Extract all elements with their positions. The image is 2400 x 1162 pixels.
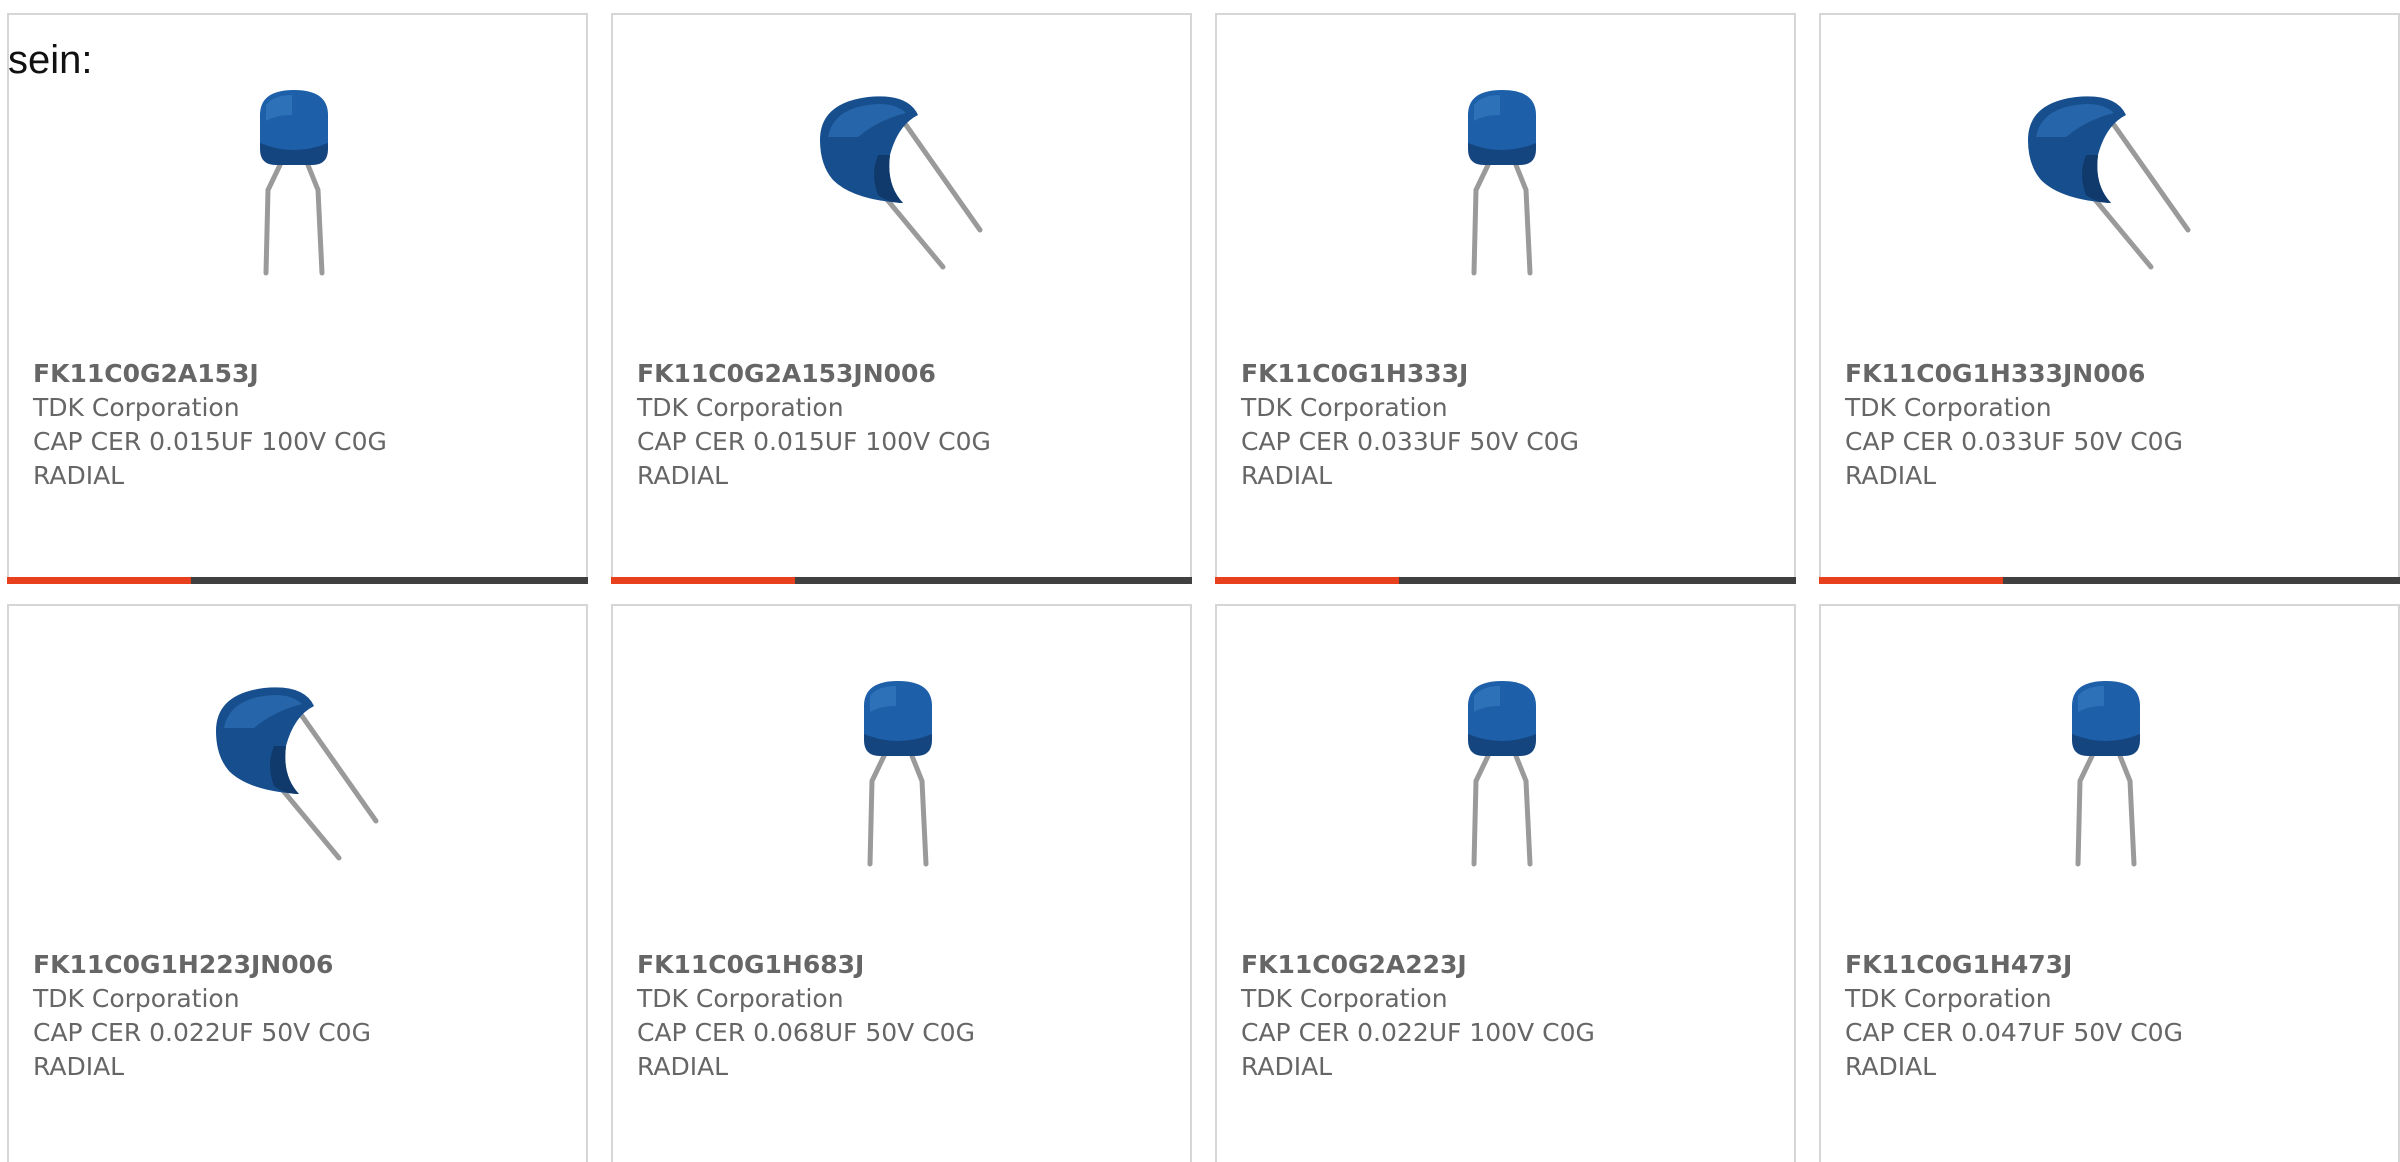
card-accent-bar [1819,577,2003,584]
part-number[interactable]: FK11C0G1H333JN006 [1845,357,2378,391]
product-card[interactable]: FK11C0G1H333JN006 TDK Corporation CAP CE… [1819,13,2400,584]
product-grid-page: sein: FK11C0G2A153J TDK Corporation CAP … [0,0,2400,1162]
description-line-2: RADIAL [1845,1052,1937,1081]
product-image[interactable] [2006,85,2206,285]
part-number[interactable]: FK11C0G1H683J [637,948,1170,982]
description-line-2: RADIAL [1241,1052,1333,1081]
product-info: FK11C0G2A153JN006 TDK Corporation CAP CE… [637,357,1170,493]
upright-radial-capacitor-image [1468,681,1536,867]
product-image[interactable] [2006,676,2206,876]
manufacturer: TDK Corporation [1241,984,1448,1013]
product-card[interactable]: FK11C0G1H473J TDK Corporation CAP CER 0.… [1819,604,2400,1162]
part-number[interactable]: FK11C0G1H473J [1845,948,2378,982]
description-line-2: RADIAL [33,461,125,490]
manufacturer: TDK Corporation [637,984,844,1013]
description-line-2: RADIAL [637,461,729,490]
part-number[interactable]: FK11C0G1H333J [1241,357,1774,391]
description-line-1: CAP CER 0.015UF 100V C0G [33,427,387,456]
card-accent-bar [611,577,795,584]
part-number[interactable]: FK11C0G1H223JN006 [33,948,566,982]
product-info: FK11C0G1H333J TDK Corporation CAP CER 0.… [1241,357,1774,493]
product-grid: FK11C0G2A153J TDK Corporation CAP CER 0.… [7,13,2400,1162]
product-image[interactable] [1402,676,1602,876]
product-info: FK11C0G2A223J TDK Corporation CAP CER 0.… [1241,948,1774,1084]
product-info: FK11C0G1H473J TDK Corporation CAP CER 0.… [1845,948,2378,1084]
card-bottom-bar [1215,577,1796,584]
product-card[interactable]: FK11C0G2A223J TDK Corporation CAP CER 0.… [1215,604,1796,1162]
card-bottom-bar [611,577,1192,584]
description-line-1: CAP CER 0.068UF 50V C0G [637,1018,975,1047]
description-line-2: RADIAL [1845,461,1937,490]
description-line-1: CAP CER 0.033UF 50V C0G [1845,427,2183,456]
product-image[interactable] [1402,85,1602,285]
upright-radial-capacitor-image [260,90,328,276]
bent-radial-capacitor-image [216,687,379,861]
product-card[interactable]: FK11C0G1H683J TDK Corporation CAP CER 0.… [611,604,1192,1162]
product-card[interactable]: FK11C0G1H333J TDK Corporation CAP CER 0.… [1215,13,1796,584]
product-image[interactable] [798,676,998,876]
product-card[interactable]: FK11C0G2A153JN006 TDK Corporation CAP CE… [611,13,1192,584]
product-card[interactable]: FK11C0G2A153J TDK Corporation CAP CER 0.… [7,13,588,584]
manufacturer: TDK Corporation [1845,393,2052,422]
product-info: FK11C0G1H223JN006 TDK Corporation CAP CE… [33,948,566,1084]
product-card[interactable]: FK11C0G1H223JN006 TDK Corporation CAP CE… [7,604,588,1162]
product-info: FK11C0G1H333JN006 TDK Corporation CAP CE… [1845,357,2378,493]
manufacturer: TDK Corporation [33,393,240,422]
part-number[interactable]: FK11C0G2A153J [33,357,566,391]
bent-radial-capacitor-image [820,96,983,270]
upright-radial-capacitor-image [1468,90,1536,276]
card-accent-bar [7,577,191,584]
manufacturer: TDK Corporation [1241,393,1448,422]
product-image[interactable] [194,85,394,285]
description-line-2: RADIAL [637,1052,729,1081]
description-line-2: RADIAL [33,1052,125,1081]
part-number[interactable]: FK11C0G2A223J [1241,948,1774,982]
part-number[interactable]: FK11C0G2A153JN006 [637,357,1170,391]
manufacturer: TDK Corporation [33,984,240,1013]
bent-radial-capacitor-image [2028,96,2191,270]
product-info: FK11C0G1H683J TDK Corporation CAP CER 0.… [637,948,1170,1084]
description-line-1: CAP CER 0.022UF 100V C0G [1241,1018,1595,1047]
description-line-1: CAP CER 0.033UF 50V C0G [1241,427,1579,456]
product-image[interactable] [798,85,998,285]
manufacturer: TDK Corporation [1845,984,2052,1013]
card-bottom-bar [1819,577,2400,584]
description-line-1: CAP CER 0.022UF 50V C0G [33,1018,371,1047]
card-accent-bar [1215,577,1399,584]
upright-radial-capacitor-image [2072,681,2140,867]
card-bottom-bar [7,577,588,584]
manufacturer: TDK Corporation [637,393,844,422]
product-info: FK11C0G2A153J TDK Corporation CAP CER 0.… [33,357,566,493]
description-line-1: CAP CER 0.015UF 100V C0G [637,427,991,456]
intro-text: sein: [8,38,93,82]
product-image[interactable] [194,676,394,876]
description-line-1: CAP CER 0.047UF 50V C0G [1845,1018,2183,1047]
upright-radial-capacitor-image [864,681,932,867]
description-line-2: RADIAL [1241,461,1333,490]
